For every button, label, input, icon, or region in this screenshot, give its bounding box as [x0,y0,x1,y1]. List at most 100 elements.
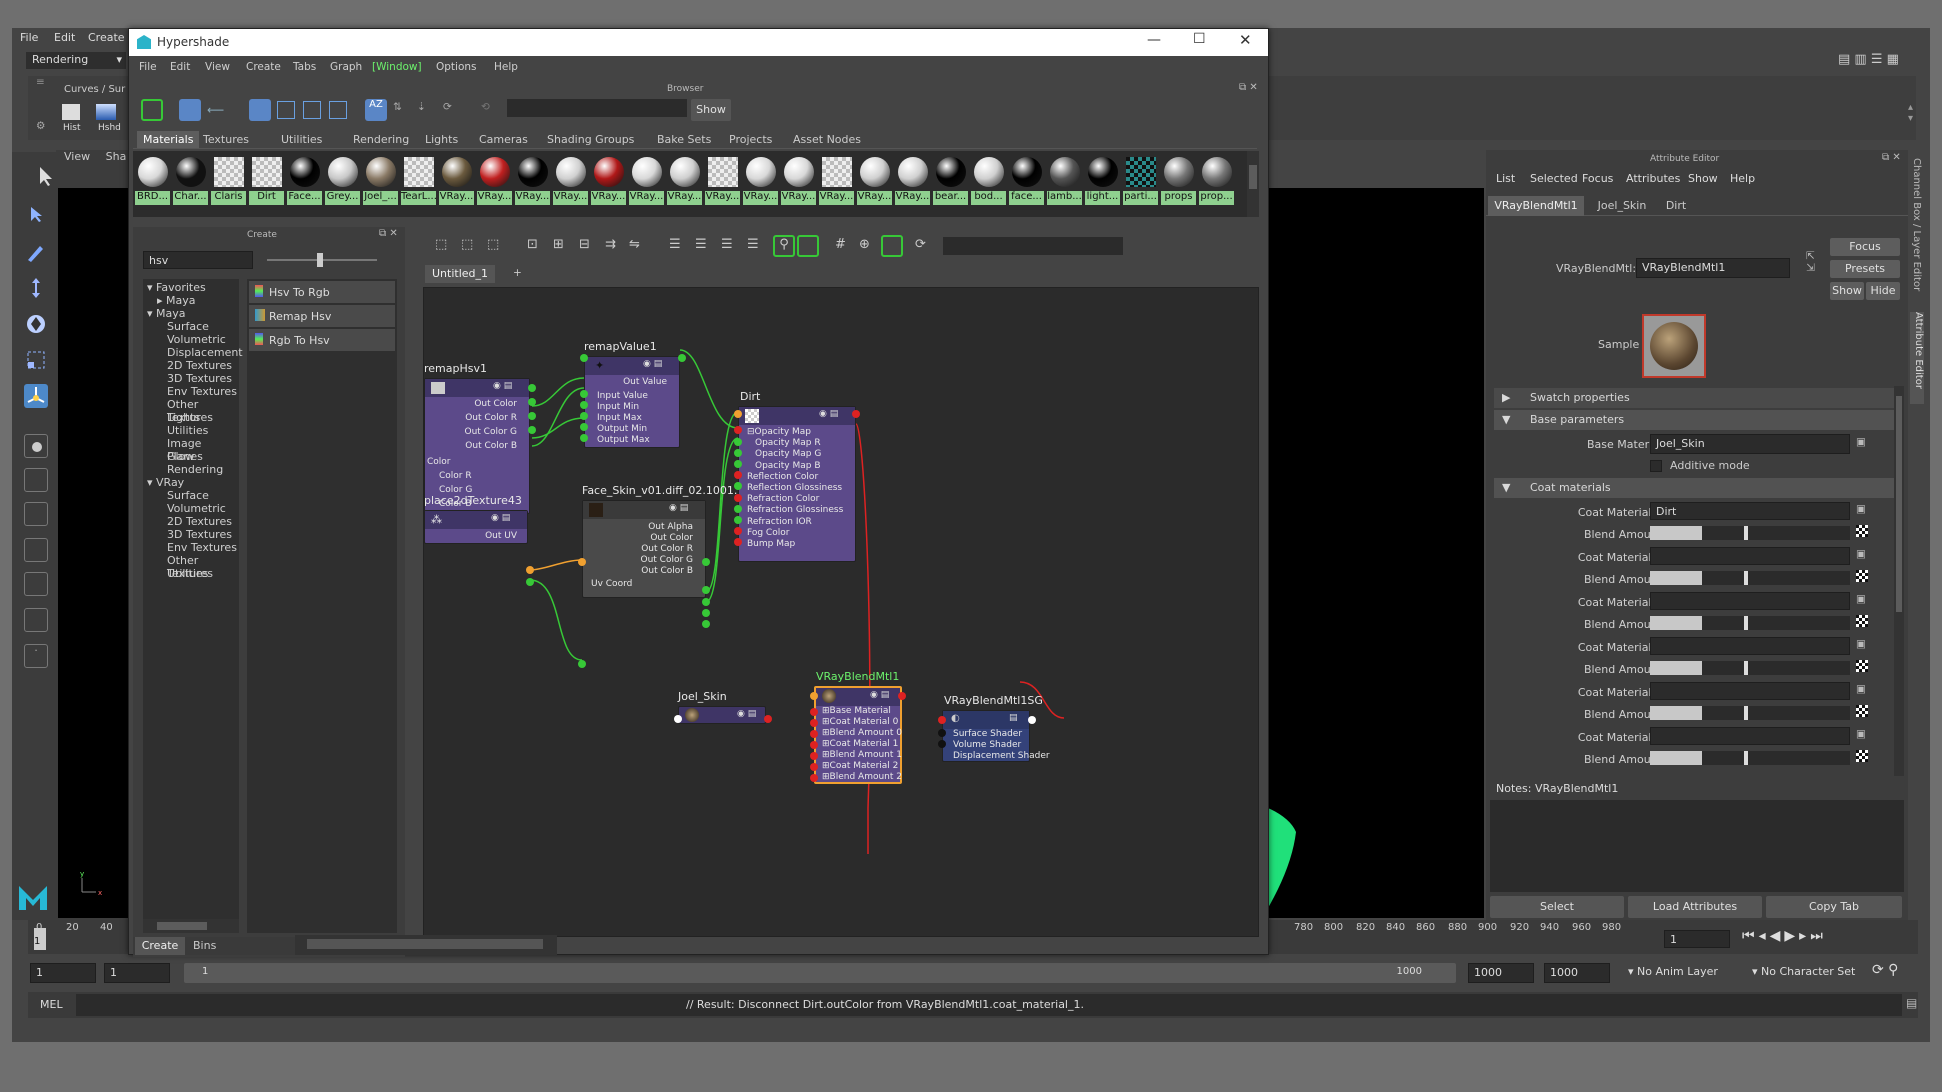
port-dot[interactable] [734,449,742,457]
pin-icon[interactable]: ⟲ [481,101,499,119]
attribute-filter-icon[interactable] [797,235,819,257]
material-swatch[interactable]: VRay... [553,155,588,205]
full-view-icon[interactable]: ☰ [721,237,733,252]
toggle-on-icon[interactable] [141,99,163,121]
map-button-icon[interactable]: ▣ [1856,436,1866,448]
material-swatch[interactable]: lamb... [1047,155,1082,205]
coat-material-field[interactable] [1650,592,1850,610]
ae-tab-joel-skin[interactable]: Joel_Skin [1590,196,1654,216]
channel-box-side-tab[interactable]: Channel Box / Layer Editor [1910,158,1922,298]
graph-tab-untitled[interactable]: Untitled_1 [425,265,495,283]
shelf-scroll-icon[interactable]: ▴ ▾ [1908,102,1913,124]
hshd-icon[interactable] [96,104,116,120]
map-checker-icon[interactable] [1856,615,1868,627]
port-dot[interactable] [678,354,686,362]
material-swatch[interactable]: bear... [933,155,968,205]
map-button-icon[interactable]: ▣ [1856,593,1866,605]
layout-graph-icon[interactable] [24,608,48,632]
menu-file[interactable]: File [20,31,38,44]
large-icon-view-icon[interactable] [303,101,321,119]
tree-item[interactable]: 2D Textures [167,515,232,528]
slider-handle[interactable] [1744,751,1748,765]
map-button-icon[interactable]: ▣ [1856,683,1866,695]
hs-menu-file[interactable]: File [139,61,157,73]
layout-outliner-icon[interactable] [24,572,48,596]
node-view-icons[interactable]: ◉ ▤ [493,381,512,391]
port-dot[interactable] [734,494,742,502]
result-remap-hsv[interactable]: Remap Hsv [249,305,395,327]
material-swatch[interactable]: VRay... [705,155,740,205]
port-dot[interactable] [580,423,588,431]
map-checker-icon[interactable] [1856,525,1868,537]
attribute-editor-side-tab[interactable]: Attribute Editor [1910,312,1924,404]
hist-icon[interactable] [62,104,80,120]
input-output-icons[interactable]: ⇱ ⇲ [1806,250,1815,274]
slider-handle[interactable] [317,253,323,267]
blend-amount-slider[interactable] [1650,616,1850,630]
port-dot[interactable] [580,434,588,442]
minimize-icon[interactable]: — [1147,32,1161,48]
viewport-left[interactable]: yx [58,188,128,918]
tree-item[interactable]: Lights [167,411,200,424]
ae-presets-button[interactable]: Presets [1830,260,1900,278]
coat-material-field[interactable]: Dirt [1650,502,1850,520]
browser-search-input[interactable] [507,99,687,117]
browser-tab-rendering[interactable]: Rendering [347,131,415,148]
snap-icon[interactable]: ⊕ [859,237,870,252]
node-view-icon[interactable]: ▤ [1009,713,1018,723]
map-checker-icon[interactable] [1856,705,1868,717]
port-dot[interactable] [734,426,742,434]
graph-io-icon[interactable]: ⬚ [461,237,473,252]
map-button-icon[interactable]: ▣ [1856,638,1866,650]
coat-material-field[interactable] [1650,682,1850,700]
material-swatch[interactable]: VRay... [477,155,512,205]
medium-icon-view-icon[interactable] [277,101,295,119]
port-dot[interactable] [702,598,710,606]
material-swatch[interactable]: VRay... [857,155,892,205]
layout-single-icon[interactable] [24,434,48,458]
ae-scroll-thumb[interactable] [1896,396,1902,612]
current-frame-field[interactable]: 1 [1664,930,1730,948]
ae-tab-vrayblendmtl1[interactable]: VRayBlendMtl1 [1488,196,1584,216]
map-button-icon[interactable]: ▣ [1856,548,1866,560]
coat-material-field[interactable] [1650,637,1850,655]
section-base-parameters[interactable]: ▼ Base parameters [1494,410,1894,430]
node-vrayblendmtl1[interactable]: ◉ ▤ ⊞Base Material ⊞Coat Material 0 ⊞Blend… [814,686,902,784]
more-layouts-icon[interactable]: · [24,644,48,668]
graph-search-input[interactable] [943,237,1123,255]
material-swatch[interactable]: VRay... [629,155,664,205]
slider-handle[interactable] [1744,616,1748,630]
browser-scroll-thumb[interactable] [1249,165,1257,189]
node-view-icons[interactable]: ◉ ▤ [870,690,889,700]
port-dot[interactable] [1028,716,1036,724]
slider-handle[interactable] [1744,661,1748,675]
shelf-tab-curves[interactable]: Curves / Sur [64,84,125,95]
connection-icon[interactable]: ⇉ [605,237,616,252]
port-dot[interactable] [578,558,586,566]
scale-tool-icon[interactable] [24,348,48,372]
port-dot[interactable] [580,354,588,362]
base-material-field[interactable]: Joel_Skin [1650,434,1850,454]
port-dot[interactable] [528,412,536,420]
node-shading-group[interactable]: ◐ ▤ Surface Shader Volume Shader Displace… [942,710,1050,762]
ae-focus-button[interactable]: Focus [1830,238,1900,256]
material-swatch[interactable]: VRay... [439,155,474,205]
xlarge-icon-view-icon[interactable] [329,101,347,119]
material-swatch[interactable]: Joel_... [363,155,398,205]
material-swatch[interactable]: VRay... [781,155,816,205]
material-swatch[interactable]: VRay... [667,155,702,205]
toggle-swatch-icon[interactable] [881,235,903,257]
port-dot[interactable] [580,412,588,420]
node-place2d[interactable]: ⁂ ◉ ▤ Out UV [424,510,528,544]
port-dot[interactable] [810,774,818,782]
anim-end-field[interactable]: 1000 [1544,963,1610,983]
section-swatch-properties[interactable]: ▶ Swatch properties [1494,388,1894,408]
tree-item[interactable]: Displacement [167,346,243,359]
rearrange-icon[interactable]: ⟳ [915,237,926,252]
viewport-shading-menu[interactable]: Sha [106,150,127,163]
browser-float-close-icons[interactable]: ⧉ ✕ [1239,82,1258,93]
layout-icons[interactable]: ▤ ▥ ☰ ▦ [1838,52,1908,70]
map-button-icon[interactable]: ▣ [1856,503,1866,515]
range-slider[interactable]: 1 1000 [184,963,1456,983]
material-swatch[interactable]: bod... [971,155,1006,205]
